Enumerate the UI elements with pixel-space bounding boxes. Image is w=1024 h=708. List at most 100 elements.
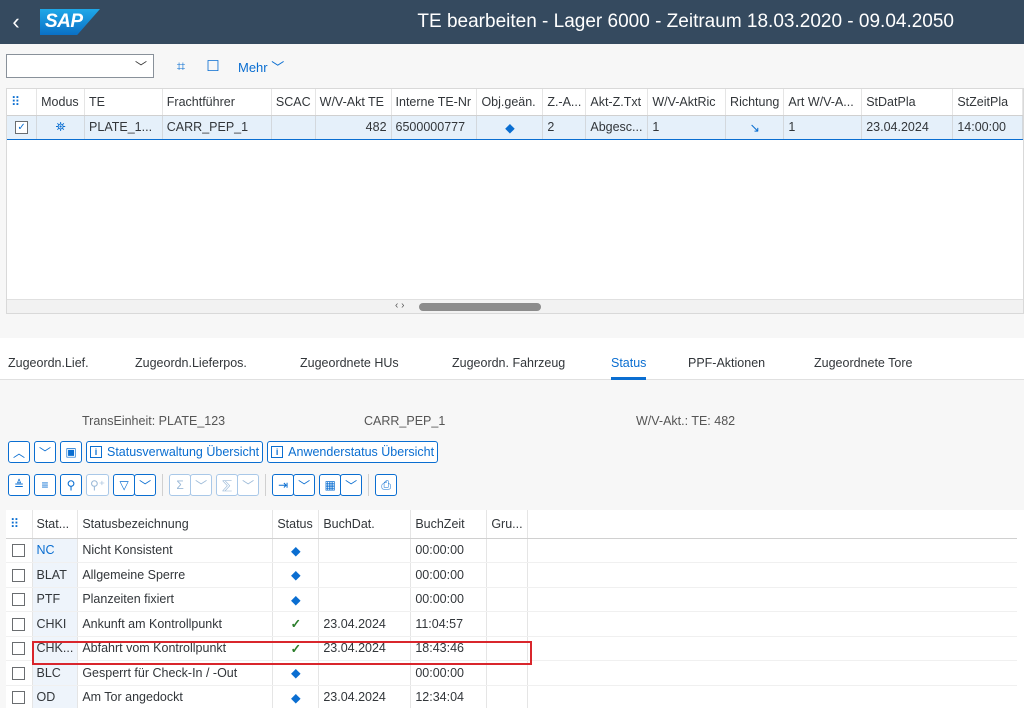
move-down-button[interactable]: ﹀ — [34, 441, 56, 463]
tab-zugeordnete-hus[interactable]: Zugeordnete HUs — [300, 338, 399, 380]
cell-scac[interactable] — [271, 114, 316, 140]
cell-buchzeit[interactable]: 12:34:04 — [410, 685, 488, 708]
tab-zugeordn-lief[interactable]: Zugeordn.Lief. — [8, 338, 89, 380]
sort-ascending-button[interactable]: ≜ — [8, 474, 30, 496]
row-checkbox[interactable]: ✓ — [15, 121, 29, 135]
export-menu-button[interactable]: ﹀ — [293, 474, 316, 496]
tab-zugeordn-lieferpos[interactable]: Zugeordn.Lieferpos. — [135, 338, 247, 380]
col-header[interactable]: BuchZeit — [410, 510, 488, 539]
col-header[interactable]: W/V-AktRic — [647, 89, 727, 116]
scroll-arrows-icon[interactable]: ‹ › — [395, 300, 404, 311]
find-button[interactable]: ⚲ — [60, 474, 82, 496]
cell-buchdat[interactable] — [318, 660, 412, 686]
table-row[interactable]: ✓ ⛯ PLATE_1... CARR_PEP_1 482 6500000777… — [7, 114, 1023, 140]
cell-status-code[interactable]: CHKI — [32, 611, 79, 637]
cell-wv-akt-te[interactable]: 482 — [315, 114, 392, 140]
export-button[interactable]: ⇥ — [272, 474, 295, 496]
cell-status-desc[interactable]: Abfahrt vom Kontrollpunkt — [77, 636, 274, 661]
cell-gru[interactable] — [486, 611, 528, 637]
cell-interne-te-nr[interactable]: 6500000777 — [391, 114, 478, 140]
cell-status-code[interactable]: CHK... — [32, 636, 79, 661]
cell-status-desc[interactable]: Gesperrt für Check-In / -Out — [77, 660, 274, 686]
move-up-button[interactable]: ︿ — [8, 441, 30, 463]
filter-button[interactable]: ▽ — [113, 474, 136, 496]
col-header[interactable]: Art W/V-A... — [783, 89, 863, 116]
cell-wv-akt-ric[interactable]: 1 — [647, 114, 727, 140]
table-row[interactable]: BLAT Allgemeine Sperre ◆ 00:00:00 — [6, 562, 1018, 588]
cell-status-desc[interactable]: Am Tor angedockt — [77, 685, 274, 708]
table-row[interactable]: NC Nicht Konsistent ◆ 00:00:00 — [6, 538, 1018, 563]
sum-menu-button[interactable]: ﹀ — [190, 474, 213, 496]
cell-buchdat[interactable] — [318, 538, 412, 563]
cell-status-code[interactable]: OD — [32, 685, 79, 708]
col-header[interactable]: StDatPla — [861, 89, 954, 116]
table-row[interactable]: OD Am Tor angedockt ◆ 23.04.2024 12:34:0… — [6, 685, 1018, 708]
col-header[interactable]: Obj.geän. — [476, 89, 544, 116]
filter-menu-button[interactable]: ﹀ — [134, 474, 157, 496]
column-settings-icon[interactable]: ⠿ — [7, 89, 38, 116]
cell-status-desc[interactable]: Planzeiten fixiert — [77, 587, 274, 612]
subtotal-menu-button[interactable]: ﹀ — [237, 474, 260, 496]
col-header[interactable]: Stat... — [32, 510, 79, 539]
row-checkbox[interactable] — [12, 593, 26, 607]
row-checkbox[interactable] — [12, 617, 26, 631]
cell-akt-z-txt[interactable]: Abgesc... — [585, 114, 649, 140]
layout-menu-button[interactable]: ﹀ — [340, 474, 363, 496]
cell-buchdat[interactable]: 23.04.2024 — [318, 636, 412, 661]
col-header[interactable]: BuchDat. — [318, 510, 412, 539]
subtotal-button[interactable]: ⅀ — [216, 474, 239, 496]
cell-status-code[interactable]: NC — [32, 538, 79, 563]
print-preview-button[interactable]: ⎙ — [375, 474, 398, 496]
cell-status-desc[interactable]: Ankunft am Kontrollpunkt — [77, 611, 274, 637]
cell-status-code[interactable]: BLAT — [32, 562, 79, 588]
cell-buchzeit[interactable]: 18:43:46 — [410, 636, 488, 661]
cell-status-desc[interactable]: Allgemeine Sperre — [77, 562, 274, 588]
cell-buchzeit[interactable]: 00:00:00 — [410, 587, 488, 612]
cell-buchdat[interactable]: 23.04.2024 — [318, 611, 412, 637]
col-header[interactable]: Modus — [36, 89, 86, 116]
cell-buchdat[interactable] — [318, 562, 412, 588]
scroll-thumb[interactable] — [419, 303, 541, 311]
cell-gru[interactable] — [486, 685, 528, 708]
col-header[interactable]: Statusbezeichnung — [77, 510, 274, 539]
tab-status[interactable]: Status — [611, 338, 647, 380]
cell-st-zeit-pla[interactable]: 14:00:00 — [952, 114, 1023, 140]
col-header[interactable]: Interne TE-Nr — [391, 89, 478, 116]
row-checkbox[interactable] — [12, 666, 26, 680]
variant-combo[interactable]: ﹀ — [6, 54, 154, 78]
layout-button[interactable]: ▦ — [319, 474, 342, 496]
table-row[interactable]: PTF Planzeiten fixiert ◆ 00:00:00 — [6, 587, 1018, 612]
tab-zugeordnete-tore[interactable]: Zugeordnete Tore — [814, 338, 912, 380]
cell-status-code[interactable]: PTF — [32, 587, 79, 612]
col-header[interactable]: Gru... — [486, 510, 528, 539]
cell-art-wv-a[interactable]: 1 — [783, 114, 863, 140]
col-header[interactable]: Akt-Z.Txt — [585, 89, 649, 116]
cell-buchzeit[interactable]: 00:00:00 — [410, 562, 488, 588]
tab-ppf-aktionen[interactable]: PPF-Aktionen — [688, 338, 765, 380]
col-header[interactable]: TE — [84, 89, 163, 116]
cell-gru[interactable] — [486, 538, 528, 563]
statusverwaltung-button[interactable]: i Statusverwaltung Übersicht — [86, 441, 264, 463]
column-settings-icon[interactable]: ⠿ — [6, 510, 33, 539]
cell-buchdat[interactable]: 23.04.2024 — [318, 685, 412, 708]
col-header[interactable]: SCAC — [271, 89, 316, 116]
table-row[interactable]: CHKI Ankunft am Kontrollpunkt ✓ 23.04.20… — [6, 611, 1018, 637]
col-header[interactable]: Z.-A... — [542, 89, 587, 116]
details-button[interactable]: ▣ — [60, 441, 82, 463]
col-header[interactable]: StZeitPla — [952, 89, 1023, 116]
chevron-down-icon[interactable]: ﹀ — [135, 58, 147, 75]
cell-gru[interactable] — [486, 660, 528, 686]
table-row[interactable]: BLC Gesperrt für Check-In / -Out ◆ 00:00… — [6, 660, 1018, 686]
cell-gru[interactable] — [486, 636, 528, 661]
cell-buchzeit[interactable]: 00:00:00 — [410, 660, 488, 686]
row-checkbox[interactable] — [12, 544, 26, 558]
anwenderstatus-button[interactable]: i Anwenderstatus Übersicht — [267, 441, 439, 463]
more-menu-button[interactable]: Mehr ﹀ — [238, 57, 284, 76]
col-header[interactable]: Status — [272, 510, 320, 539]
table-row[interactable]: CHK... Abfahrt vom Kontrollpunkt ✓ 23.04… — [6, 636, 1018, 661]
cell-gru[interactable] — [486, 562, 528, 588]
cell-status-desc[interactable]: Nicht Konsistent — [77, 538, 274, 563]
cell-z-a[interactable]: 2 — [542, 114, 587, 140]
find-next-button[interactable]: ⚲⁺ — [86, 474, 110, 496]
row-checkbox[interactable] — [12, 568, 26, 582]
